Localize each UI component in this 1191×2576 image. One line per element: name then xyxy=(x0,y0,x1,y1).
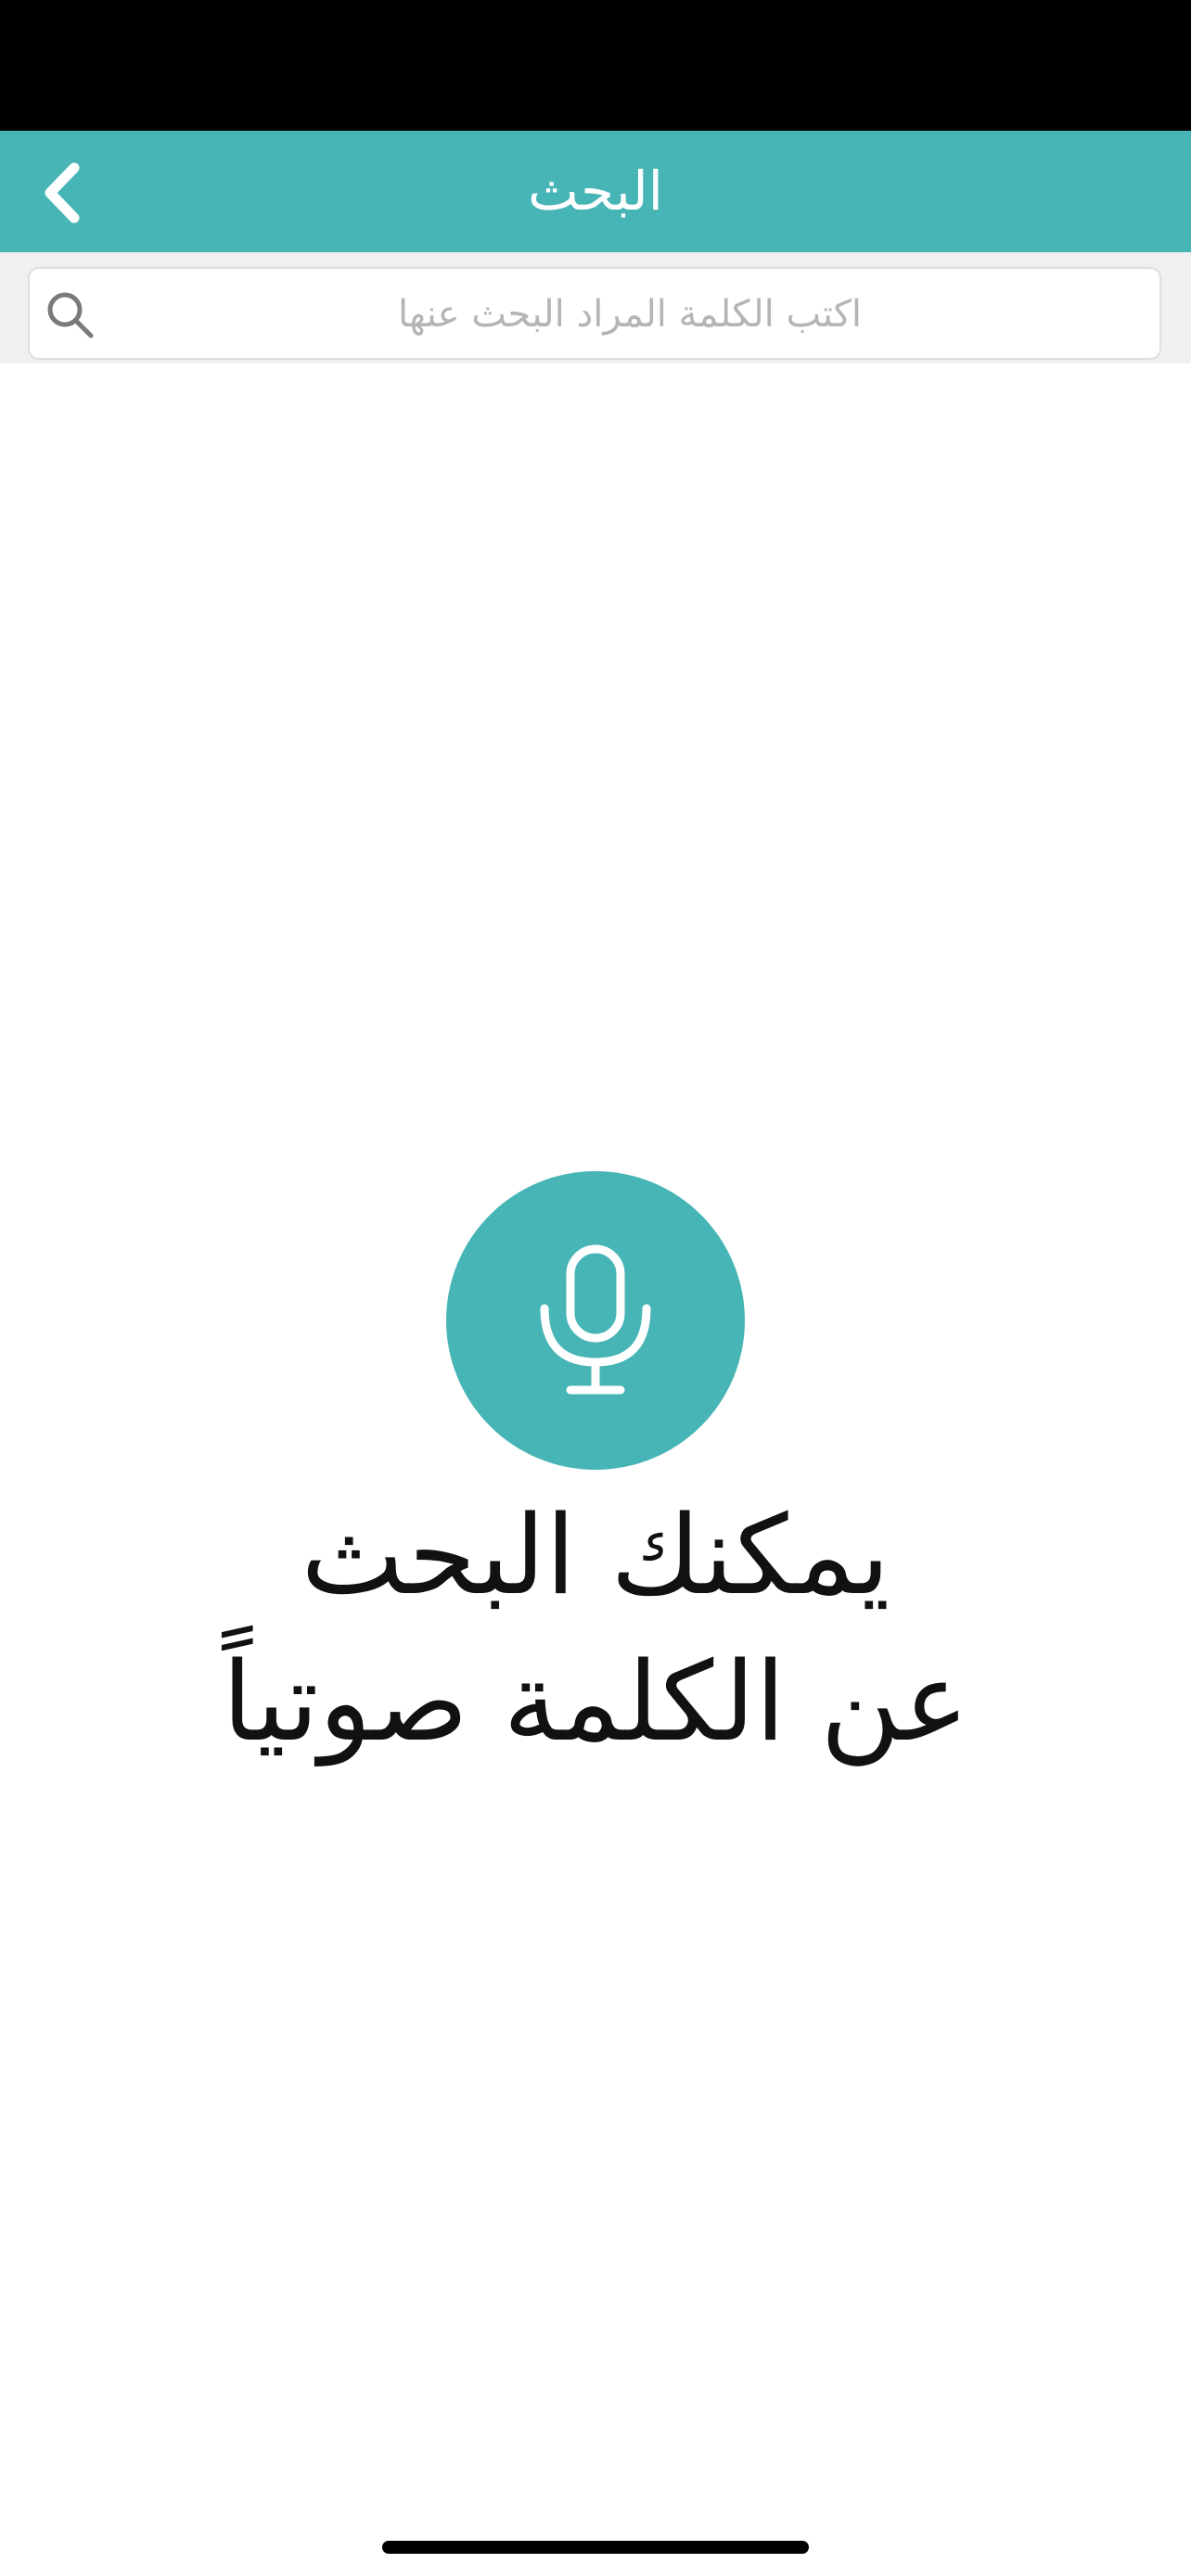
microphone-icon xyxy=(540,1244,651,1395)
status-bar xyxy=(0,0,1191,131)
voice-hint-line-1: يمكنك البحث xyxy=(301,1491,890,1619)
search-box[interactable] xyxy=(28,267,1161,360)
home-indicator xyxy=(382,2541,809,2554)
search-input[interactable] xyxy=(113,269,1146,360)
voice-hint-line-2: عن الكلمة صوتياً xyxy=(222,1638,969,1766)
nav-bar: البحث xyxy=(0,131,1191,252)
voice-search-button[interactable] xyxy=(446,1171,745,1470)
page-title: البحث xyxy=(528,159,663,223)
search-bar xyxy=(0,252,1191,363)
search-icon[interactable] xyxy=(45,289,96,341)
voice-search-hint: يمكنك البحث عن الكلمة صوتياً xyxy=(56,1482,1135,1775)
